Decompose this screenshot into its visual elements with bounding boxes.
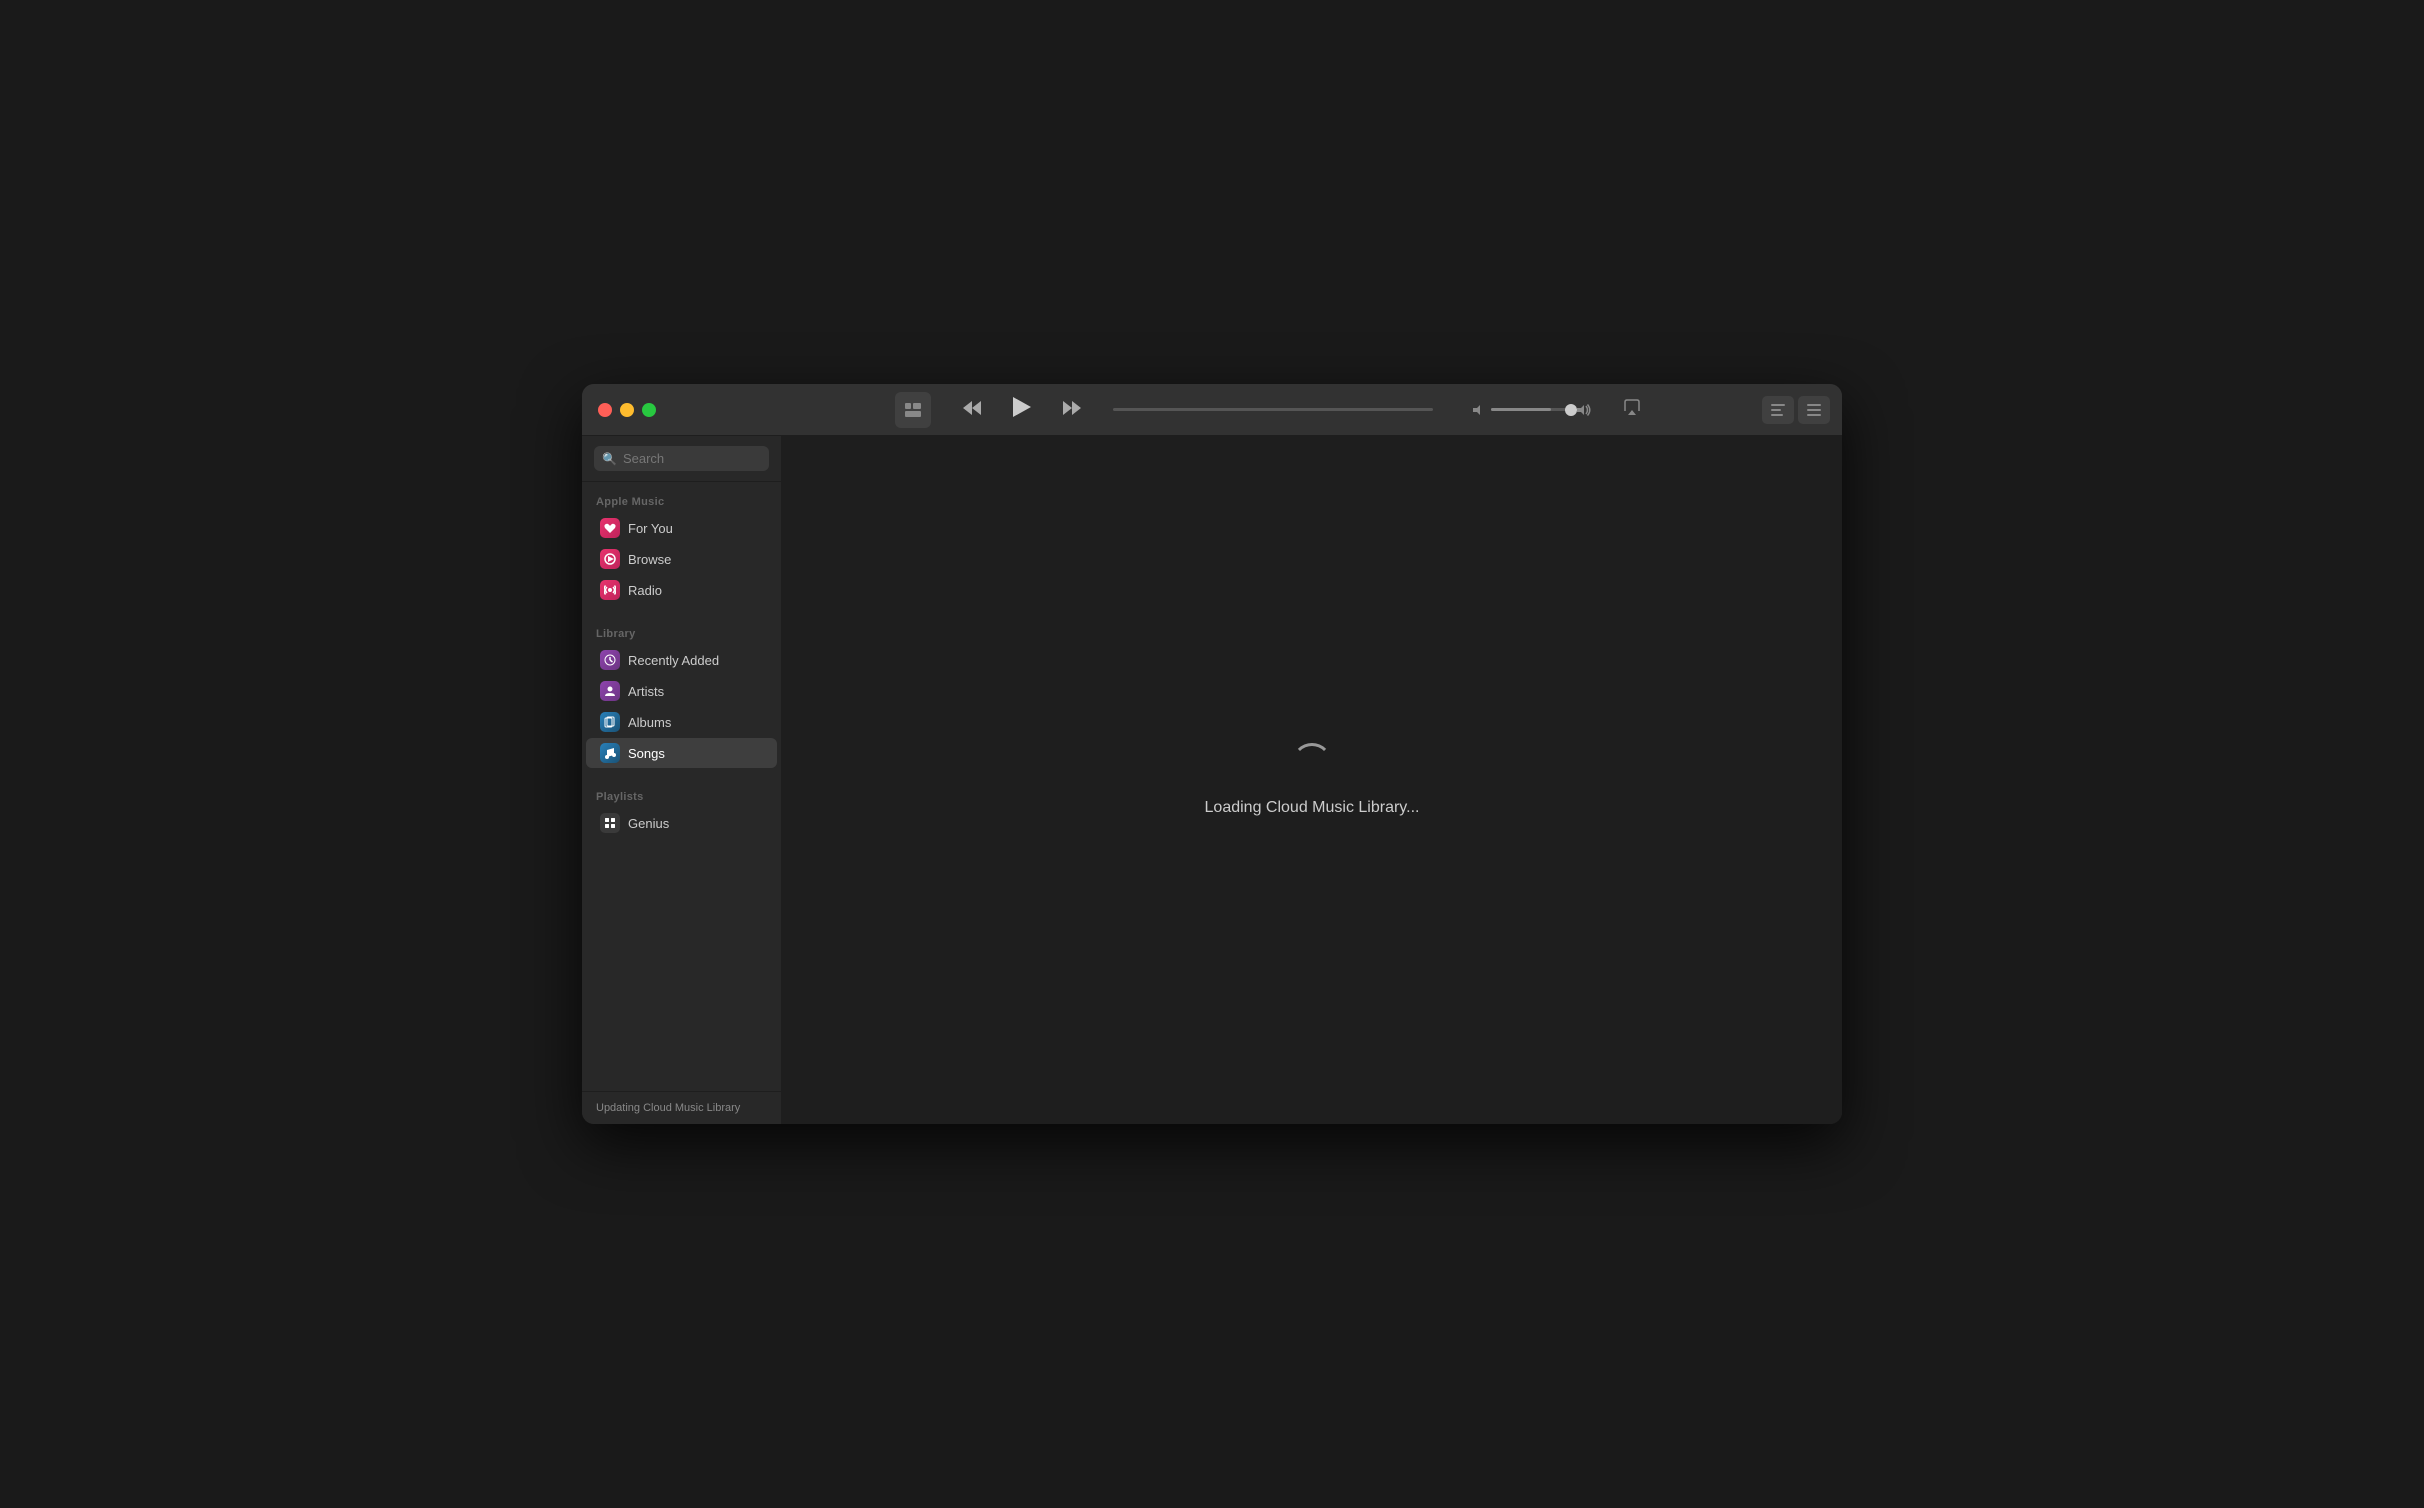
- progress-bar[interactable]: [1113, 408, 1433, 411]
- main-content: 🔍 Apple Music For You Browse: [582, 436, 1842, 1124]
- sidebar-item-label-artists: Artists: [628, 684, 664, 699]
- app-window: 🔍 Apple Music For You Browse: [582, 384, 1842, 1124]
- search-wrapper: 🔍: [594, 446, 769, 471]
- for-you-icon: [600, 518, 620, 538]
- progress-bar-container: [1113, 408, 1433, 411]
- titlebar-controls: [782, 392, 1762, 428]
- sidebar: 🔍 Apple Music For You Browse: [582, 436, 782, 1124]
- volume-high-icon: [1577, 404, 1591, 416]
- sidebar-section-header-library: Library: [582, 622, 781, 644]
- sidebar-section-library: Library Recently Added Artists: [582, 614, 781, 777]
- volume-low-icon: [1473, 404, 1485, 416]
- airplay-button[interactable]: [1615, 395, 1649, 424]
- sidebar-item-label-radio: Radio: [628, 583, 662, 598]
- sidebar-section-header-playlists: Playlists: [582, 785, 781, 807]
- sidebar-item-artists[interactable]: Artists: [586, 676, 777, 706]
- sidebar-item-recently-added[interactable]: Recently Added: [586, 645, 777, 675]
- sidebar-item-songs[interactable]: Songs: [586, 738, 777, 768]
- albums-icon: [600, 712, 620, 732]
- maximize-button[interactable]: [642, 403, 656, 417]
- sidebar-item-label-songs: Songs: [628, 746, 665, 761]
- sidebar-item-radio[interactable]: Radio: [586, 575, 777, 605]
- play-button[interactable]: [1005, 393, 1039, 427]
- sidebar-item-label-albums: Albums: [628, 715, 671, 730]
- sidebar-item-label-for-you: For You: [628, 521, 673, 536]
- search-input[interactable]: [623, 451, 761, 466]
- playback-controls: [955, 393, 1089, 427]
- sidebar-section-playlists: Playlists Genius: [582, 777, 781, 847]
- sidebar-item-label-genius: Genius: [628, 816, 669, 831]
- fastforward-button[interactable]: [1055, 395, 1089, 424]
- loading-text: Loading Cloud Music Library...: [1205, 799, 1420, 817]
- browse-icon: [600, 549, 620, 569]
- sidebar-item-albums[interactable]: Albums: [586, 707, 777, 737]
- sidebar-status: Updating Cloud Music Library: [582, 1091, 781, 1124]
- sidebar-item-genius[interactable]: Genius: [586, 808, 777, 838]
- radio-icon: [600, 580, 620, 600]
- titlebar: [582, 384, 1842, 436]
- artwork-button[interactable]: [895, 392, 931, 428]
- sidebar-item-browse[interactable]: Browse: [586, 544, 777, 574]
- sidebar-item-for-you[interactable]: For You: [586, 513, 777, 543]
- minimize-button[interactable]: [620, 403, 634, 417]
- sidebar-search-area: 🔍: [582, 436, 781, 482]
- status-text: Updating Cloud Music Library: [596, 1102, 740, 1114]
- songs-icon: [600, 743, 620, 763]
- artists-icon: [600, 681, 620, 701]
- list-icon: [1807, 404, 1821, 416]
- rewind-button[interactable]: [955, 395, 989, 424]
- airplay-icon: [1623, 399, 1641, 415]
- close-button[interactable]: [598, 403, 612, 417]
- volume-fill: [1491, 408, 1551, 411]
- search-icon: 🔍: [602, 452, 617, 466]
- volume-control: [1473, 404, 1591, 416]
- recently-added-icon: [600, 650, 620, 670]
- list-button[interactable]: [1798, 396, 1830, 424]
- main-panel: Loading Cloud Music Library...: [782, 436, 1842, 1124]
- lyrics-icon: [1771, 404, 1785, 416]
- volume-knob: [1565, 404, 1577, 416]
- traffic-lights: [582, 403, 782, 417]
- sidebar-section-header-apple-music: Apple Music: [582, 490, 781, 512]
- genius-icon: [600, 813, 620, 833]
- lyrics-button[interactable]: [1762, 396, 1794, 424]
- volume-slider[interactable]: [1491, 408, 1571, 411]
- sidebar-section-apple-music: Apple Music For You Browse: [582, 482, 781, 614]
- sidebar-item-label-browse: Browse: [628, 552, 671, 567]
- loading-spinner: [1292, 743, 1332, 783]
- sidebar-item-label-recently-added: Recently Added: [628, 653, 719, 668]
- titlebar-right: [1762, 396, 1842, 424]
